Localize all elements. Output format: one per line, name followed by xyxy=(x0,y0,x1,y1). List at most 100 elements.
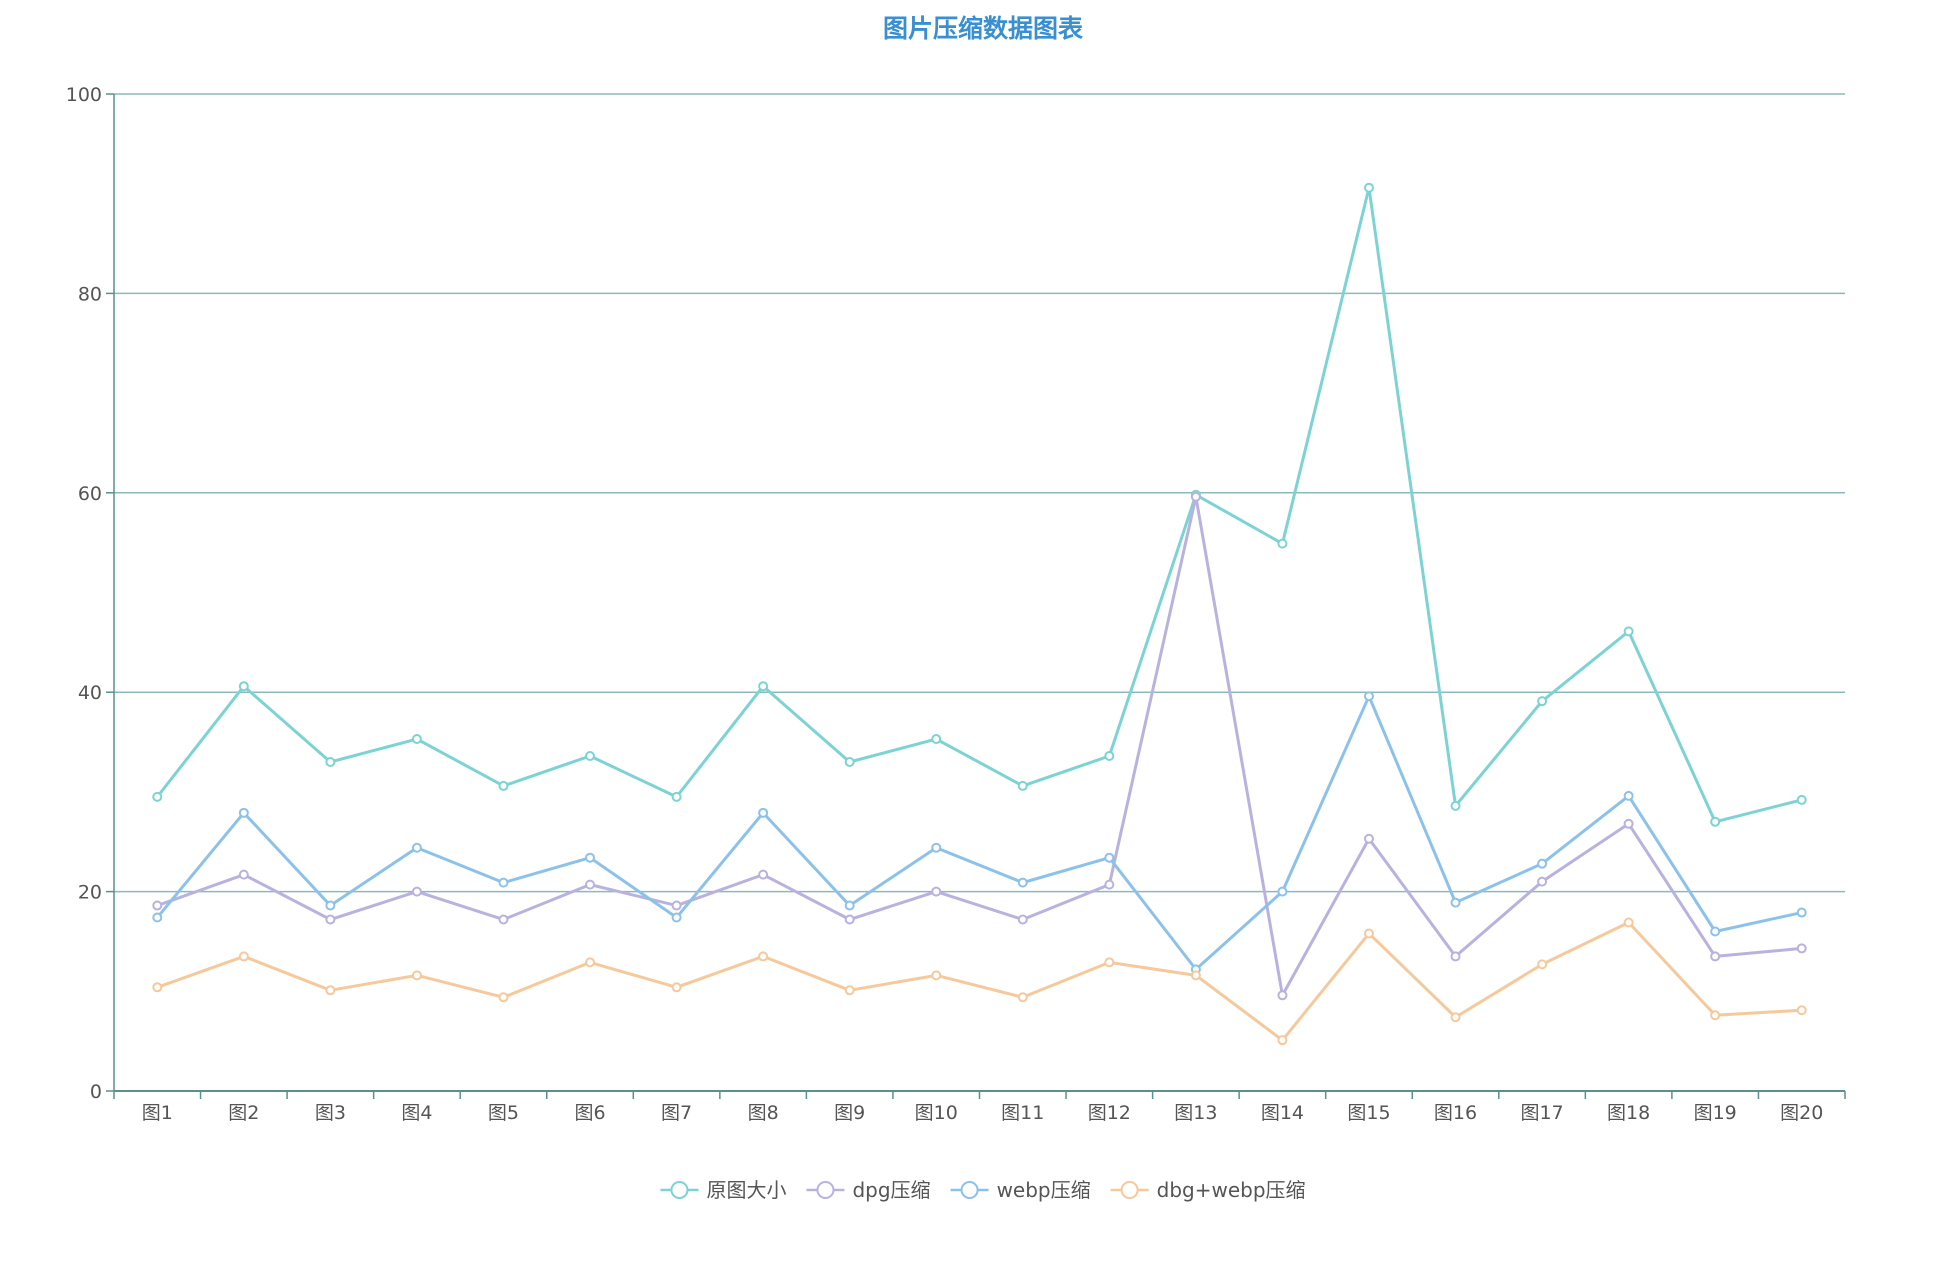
data-point[interactable] xyxy=(498,914,509,925)
data-point[interactable] xyxy=(758,807,769,818)
data-point[interactable] xyxy=(1710,1010,1721,1021)
x-tick-label: 图6 xyxy=(574,1102,605,1124)
data-point[interactable] xyxy=(152,912,163,923)
data-point[interactable] xyxy=(585,957,596,968)
legend-item-3[interactable]: dbg+webp压缩 xyxy=(1110,1178,1306,1202)
data-point[interactable] xyxy=(498,992,509,1003)
data-point[interactable] xyxy=(1450,1012,1461,1023)
data-point[interactable] xyxy=(1017,780,1028,791)
data-point[interactable] xyxy=(1104,852,1115,863)
data-point[interactable] xyxy=(585,751,596,762)
data-point[interactable] xyxy=(1623,790,1634,801)
data-point[interactable] xyxy=(671,791,682,802)
data-point[interactable] xyxy=(1450,951,1461,962)
data-point[interactable] xyxy=(1796,1005,1807,1016)
data-point[interactable] xyxy=(1017,992,1028,1003)
x-tick-label: 图3 xyxy=(315,1102,346,1124)
data-point[interactable] xyxy=(152,791,163,802)
data-point[interactable] xyxy=(931,842,942,853)
data-point[interactable] xyxy=(1104,879,1115,890)
data-point[interactable] xyxy=(844,900,855,911)
x-tick-label: 图1 xyxy=(142,1102,173,1124)
legend-label: dpg压缩 xyxy=(852,1178,930,1202)
data-point[interactable] xyxy=(238,807,249,818)
data-point[interactable] xyxy=(1796,794,1807,805)
data-point[interactable] xyxy=(498,877,509,888)
x-tick-label: 图9 xyxy=(834,1102,865,1124)
data-point[interactable] xyxy=(1017,877,1028,888)
data-point[interactable] xyxy=(931,970,942,981)
legend-label: webp压缩 xyxy=(997,1178,1091,1202)
data-point[interactable] xyxy=(411,886,422,897)
data-point[interactable] xyxy=(238,869,249,880)
data-point[interactable] xyxy=(1363,928,1374,939)
data-point[interactable] xyxy=(758,951,769,962)
data-point[interactable] xyxy=(325,985,336,996)
x-tick-label: 图4 xyxy=(401,1102,432,1124)
data-point[interactable] xyxy=(325,756,336,767)
data-point[interactable] xyxy=(411,734,422,745)
data-point[interactable] xyxy=(1104,751,1115,762)
data-point[interactable] xyxy=(585,852,596,863)
series-layer xyxy=(152,182,1807,1046)
data-point[interactable] xyxy=(1710,816,1721,827)
data-point[interactable] xyxy=(844,756,855,767)
legend-item-0[interactable]: 原图大小 xyxy=(660,1178,786,1202)
data-point[interactable] xyxy=(1796,907,1807,918)
data-point[interactable] xyxy=(931,886,942,897)
data-point[interactable] xyxy=(1190,970,1201,981)
data-point[interactable] xyxy=(1363,182,1374,193)
data-point[interactable] xyxy=(411,842,422,853)
x-tick-label: 图10 xyxy=(915,1102,958,1124)
data-point[interactable] xyxy=(1710,951,1721,962)
legend-item-1[interactable]: dpg压缩 xyxy=(806,1178,931,1202)
data-point[interactable] xyxy=(498,780,509,791)
data-point[interactable] xyxy=(1363,691,1374,702)
data-point[interactable] xyxy=(1537,876,1548,887)
x-tick-label: 图7 xyxy=(661,1102,692,1124)
data-point[interactable] xyxy=(931,734,942,745)
data-point[interactable] xyxy=(238,951,249,962)
data-point[interactable] xyxy=(1104,957,1115,968)
legend-item-2[interactable]: webp压缩 xyxy=(950,1178,1091,1202)
data-point[interactable] xyxy=(1796,943,1807,954)
data-point[interactable] xyxy=(1623,626,1634,637)
legend-circle-marker xyxy=(1120,1181,1139,1199)
data-point[interactable] xyxy=(1537,959,1548,970)
data-point[interactable] xyxy=(1277,538,1288,549)
data-point[interactable] xyxy=(758,681,769,692)
x-tick-label: 图12 xyxy=(1088,1102,1131,1124)
data-point[interactable] xyxy=(1450,897,1461,908)
data-point[interactable] xyxy=(585,879,596,890)
data-point[interactable] xyxy=(1537,858,1548,869)
data-point[interactable] xyxy=(238,681,249,692)
data-point[interactable] xyxy=(1623,917,1634,928)
y-tick-label: 40 xyxy=(78,682,102,704)
legend[interactable]: 原图大小 dpg压缩 webp压缩 dbg+webp压缩 xyxy=(660,1178,1306,1202)
data-point[interactable] xyxy=(1363,833,1374,844)
data-point[interactable] xyxy=(671,912,682,923)
data-point[interactable] xyxy=(844,985,855,996)
data-point[interactable] xyxy=(325,914,336,925)
data-point[interactable] xyxy=(411,970,422,981)
data-point[interactable] xyxy=(325,900,336,911)
data-point[interactable] xyxy=(1017,914,1028,925)
data-point[interactable] xyxy=(844,914,855,925)
data-point[interactable] xyxy=(1277,886,1288,897)
data-point[interactable] xyxy=(1537,696,1548,707)
data-point[interactable] xyxy=(671,982,682,993)
data-point[interactable] xyxy=(1277,990,1288,1001)
data-point[interactable] xyxy=(671,900,682,911)
series-line xyxy=(156,921,1802,1042)
data-point[interactable] xyxy=(1190,491,1201,502)
data-point[interactable] xyxy=(1623,818,1634,829)
data-point[interactable] xyxy=(758,869,769,880)
y-tick-label: 80 xyxy=(78,283,102,305)
y-tick-label: 20 xyxy=(78,882,102,904)
legend-circle-marker xyxy=(816,1181,835,1199)
data-point[interactable] xyxy=(152,982,163,993)
data-point[interactable] xyxy=(1450,800,1461,811)
data-point[interactable] xyxy=(152,900,163,911)
data-point[interactable] xyxy=(1277,1035,1288,1046)
data-point[interactable] xyxy=(1710,926,1721,937)
